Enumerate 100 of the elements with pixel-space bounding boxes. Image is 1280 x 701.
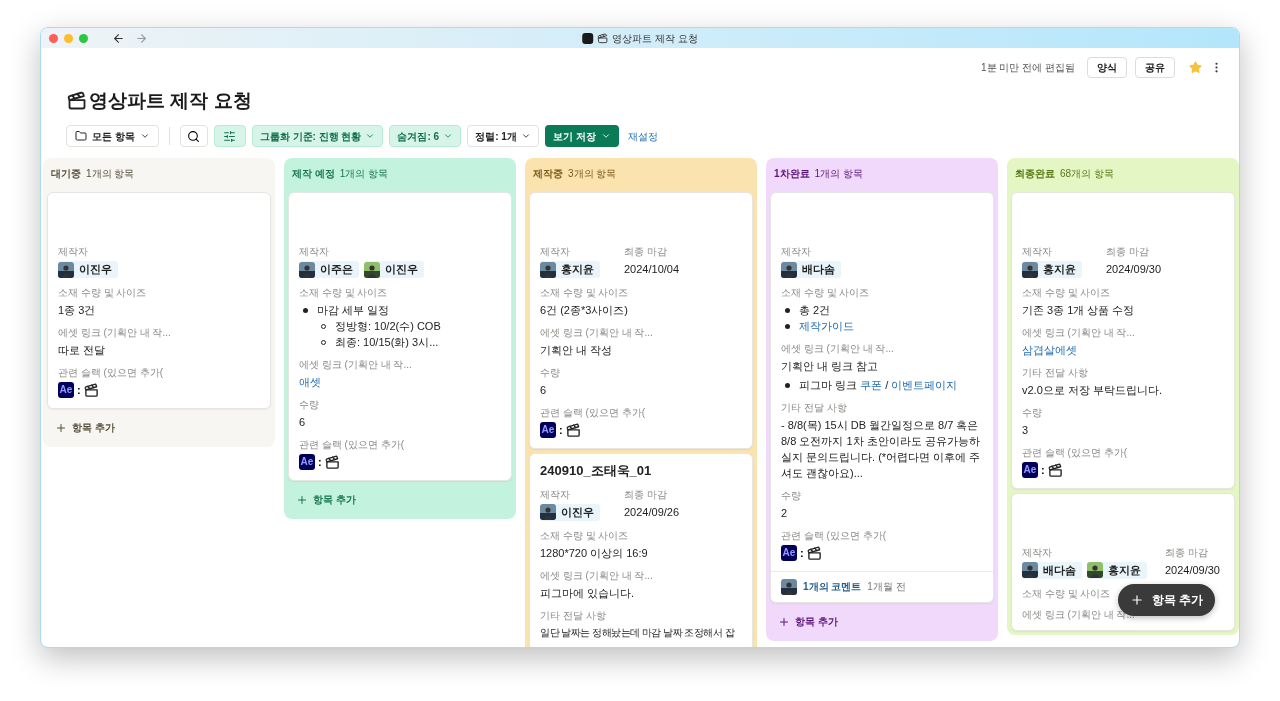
bullet-icon	[785, 382, 790, 388]
clapperboard-icon	[806, 545, 822, 561]
add-item-button[interactable]: 항목 추가	[47, 412, 123, 443]
avatar-icon	[364, 261, 380, 278]
card[interactable]: 240910_조태욱_01 제작자 이진우 최종 마감 2024/09/26 소재 수량 및 사이즈 1280*720 이상의 16:9 에셋 링크 (기획안 내 작... 피그마에 있습니다. 기타 전달 사항 일단 날짜는 정해놨는데 마감 날짜 조정해서 잡	[529, 452, 753, 647]
link[interactable]: 쿠폰	[860, 379, 883, 391]
field-value: 따로 전달	[58, 343, 107, 358]
card[interactable]: 제작자 이주은 이진우 소재 수량 및 사이즈 마감 세부 일정 정방형: 10/2(수) COB 최종: 10/15(화) 3시... 에셋 링크 (기획안 내 작... 애셋 수량 6 관련 슬랙 (있으면 추가( Ae :	[288, 192, 512, 481]
field-label: 기타 전달 사항	[1022, 366, 1089, 379]
chevron-down-icon	[520, 131, 531, 141]
search-icon	[187, 129, 201, 143]
plus-icon	[55, 421, 67, 434]
add-item-button[interactable]: 항목 추가	[770, 606, 846, 637]
save-view-button[interactable]: 보기 저장	[544, 125, 619, 147]
page-title: 영상파트 제작 요청	[89, 88, 252, 113]
link[interactable]: 제작가이드	[799, 318, 854, 334]
link[interactable]: 애셋	[299, 374, 321, 390]
field-label: 소재 수량 및 사이즈	[299, 286, 389, 299]
field-label: 기타 전달 사항	[781, 401, 848, 414]
field-label: 관련 슬랙 (있으면 추가(	[58, 366, 164, 379]
plus-icon	[778, 615, 790, 628]
column-count: 3개의 항목	[568, 166, 617, 181]
search-button[interactable]	[179, 125, 208, 147]
add-item-button[interactable]: 항목 추가	[288, 484, 364, 515]
app-badge: Ae	[1022, 462, 1038, 479]
field-value: 6건 (2종*3사이즈)	[540, 303, 630, 318]
filter-button[interactable]	[213, 125, 246, 147]
separator-text: :	[77, 383, 81, 398]
field-label: 수량	[299, 398, 320, 411]
header-button[interactable]: 양식	[1087, 56, 1127, 78]
toolbar-chip[interactable]: 숨겨짐: 6	[389, 125, 462, 147]
avatar-icon	[1022, 562, 1038, 578]
link[interactable]: 삼겹살에셋	[1022, 342, 1077, 358]
field-value: 1280*720 이상의 16:9	[540, 545, 649, 561]
field-value: 기획안 내 작성	[540, 343, 614, 358]
field-label: 소재 수량 및 사이즈	[58, 286, 148, 299]
person-chip[interactable]: 홍지윤	[1022, 261, 1082, 278]
header-button[interactable]: 공유	[1135, 56, 1175, 78]
field-value: 2024/09/30	[1164, 562, 1220, 578]
person-chip[interactable]: 배다솜	[781, 261, 841, 278]
bullet-icon	[303, 307, 308, 313]
avatar-icon	[1022, 261, 1038, 278]
reset-link[interactable]: 재설정	[627, 128, 658, 144]
field-value: 1종 3건	[58, 303, 97, 318]
field-label: 관련 슬랙 (있으면 추가(	[540, 406, 646, 419]
field-value: 기획안 내 링크 참고	[781, 359, 880, 374]
field-label: 에셋 링크 (기획안 내 작...	[540, 568, 654, 582]
comment-time: 1개월 전	[867, 580, 906, 594]
field-value: - 8/8(목) 15시 DB 월간일정으로 8/7 혹은 8/8 오전까지 1차 초안이라도 공유가능하실지 문의드립니다. (*어렵다면 이후에 주셔도 괜찮아요)...	[781, 418, 982, 481]
avatar-icon	[540, 504, 556, 520]
field-label: 소재 수량 및 사이즈	[781, 286, 871, 299]
person-chip[interactable]: 배다솜	[1022, 561, 1082, 579]
app-badge: Ae	[299, 454, 315, 471]
field-label: 관련 슬랙 (있으면 추가(	[299, 438, 405, 451]
column-title: 제작 예정	[292, 166, 335, 181]
toolbar-chip[interactable]: 정렬: 1개	[467, 125, 539, 147]
link[interactable]: 이벤트페이지	[891, 379, 958, 391]
separator-text: :	[318, 455, 322, 470]
field-label: 제작자	[1022, 245, 1053, 258]
field-label: 최종 마감	[1106, 245, 1150, 258]
field-label: 기타 전달 사항	[540, 608, 607, 622]
field-label: 에셋 링크 (기획안 내 작...	[540, 326, 654, 339]
forward-icon[interactable]	[135, 31, 148, 45]
column-count: 1개의 항목	[339, 166, 389, 181]
avatar-icon	[1087, 562, 1103, 578]
card-title: 240910_조태욱_01	[540, 461, 653, 480]
chevron-down-icon	[600, 131, 611, 141]
card[interactable]: 제작자 이진우 소재 수량 및 사이즈 1종 3건 에셋 링크 (기획안 내 작... 따로 전달 관련 슬랙 (있으면 추가( Ae :	[47, 192, 271, 409]
list-item-text: 정방형: 10/2(수) COB	[335, 319, 441, 334]
person-chip[interactable]: 이주은	[299, 261, 359, 278]
view-selector[interactable]: 모든 항목	[66, 125, 159, 147]
favorite-star-icon[interactable]	[1189, 60, 1202, 74]
clapperboard-icon	[597, 32, 609, 44]
field-label: 제작자	[58, 245, 89, 258]
back-icon[interactable]	[112, 31, 125, 45]
field-label: 수량	[781, 489, 802, 502]
separator-text: :	[559, 423, 563, 438]
list-item-text: 최종: 10/15(화) 3시...	[335, 335, 439, 350]
field-value: 일단 날짜는 정해놨는데 마감 날짜 조정해서 잡	[540, 625, 736, 640]
person-chip[interactable]: 이진우	[58, 261, 118, 278]
person-chip[interactable]: 홍지윤	[1087, 561, 1147, 579]
person-chip[interactable]: 홍지윤	[540, 261, 600, 278]
card[interactable]	[770, 192, 994, 603]
separator-text: :	[800, 546, 804, 561]
field-label: 관련 슬랙 (있으면 추가(	[781, 529, 887, 542]
field-label: 에셋 링크 (기획안 내 작...	[58, 326, 172, 339]
close-icon[interactable]	[49, 33, 58, 43]
plus-icon	[1130, 593, 1144, 607]
field-label: 제작자	[781, 245, 812, 258]
field-label: 소재 수량 및 사이즈	[1022, 286, 1112, 299]
comment-link[interactable]: 1개의 코멘트	[803, 579, 862, 594]
app-icon	[582, 32, 594, 44]
card[interactable]: 제작자 홍지윤 최종 마감 2024/09/30 소재 수량 및 사이즈 기존 3종 1개 상품 수정 에셋 링크 (기획안 내 작... 삼겹살에셋 기타 전달 사항 v2.0으로 저장 부탁드립니다. 수량 3 관련 슬랙 (있으면 추가( Ae :	[1011, 192, 1235, 489]
field-label: 에셋 링크 (기획안 내 작...	[299, 358, 413, 371]
person-chip[interactable]: 이진우	[540, 503, 600, 521]
person-chip[interactable]: 이진우	[364, 261, 424, 278]
field-value: v2.0으로 저장 부탁드립니다.	[1022, 383, 1163, 398]
toolbar-chip[interactable]: 그룹화 기준: 진행 현황	[251, 125, 384, 147]
field-value: 2	[781, 506, 789, 521]
card[interactable]: 제작자 홍지윤 최종 마감 2024/10/04 소재 수량 및 사이즈 6건 (2종*3사이즈) 에셋 링크 (기획안 내 작... 기획안 내 작성 수량 6 관련 슬랙 (있으면 추가( Ae :	[529, 192, 753, 449]
